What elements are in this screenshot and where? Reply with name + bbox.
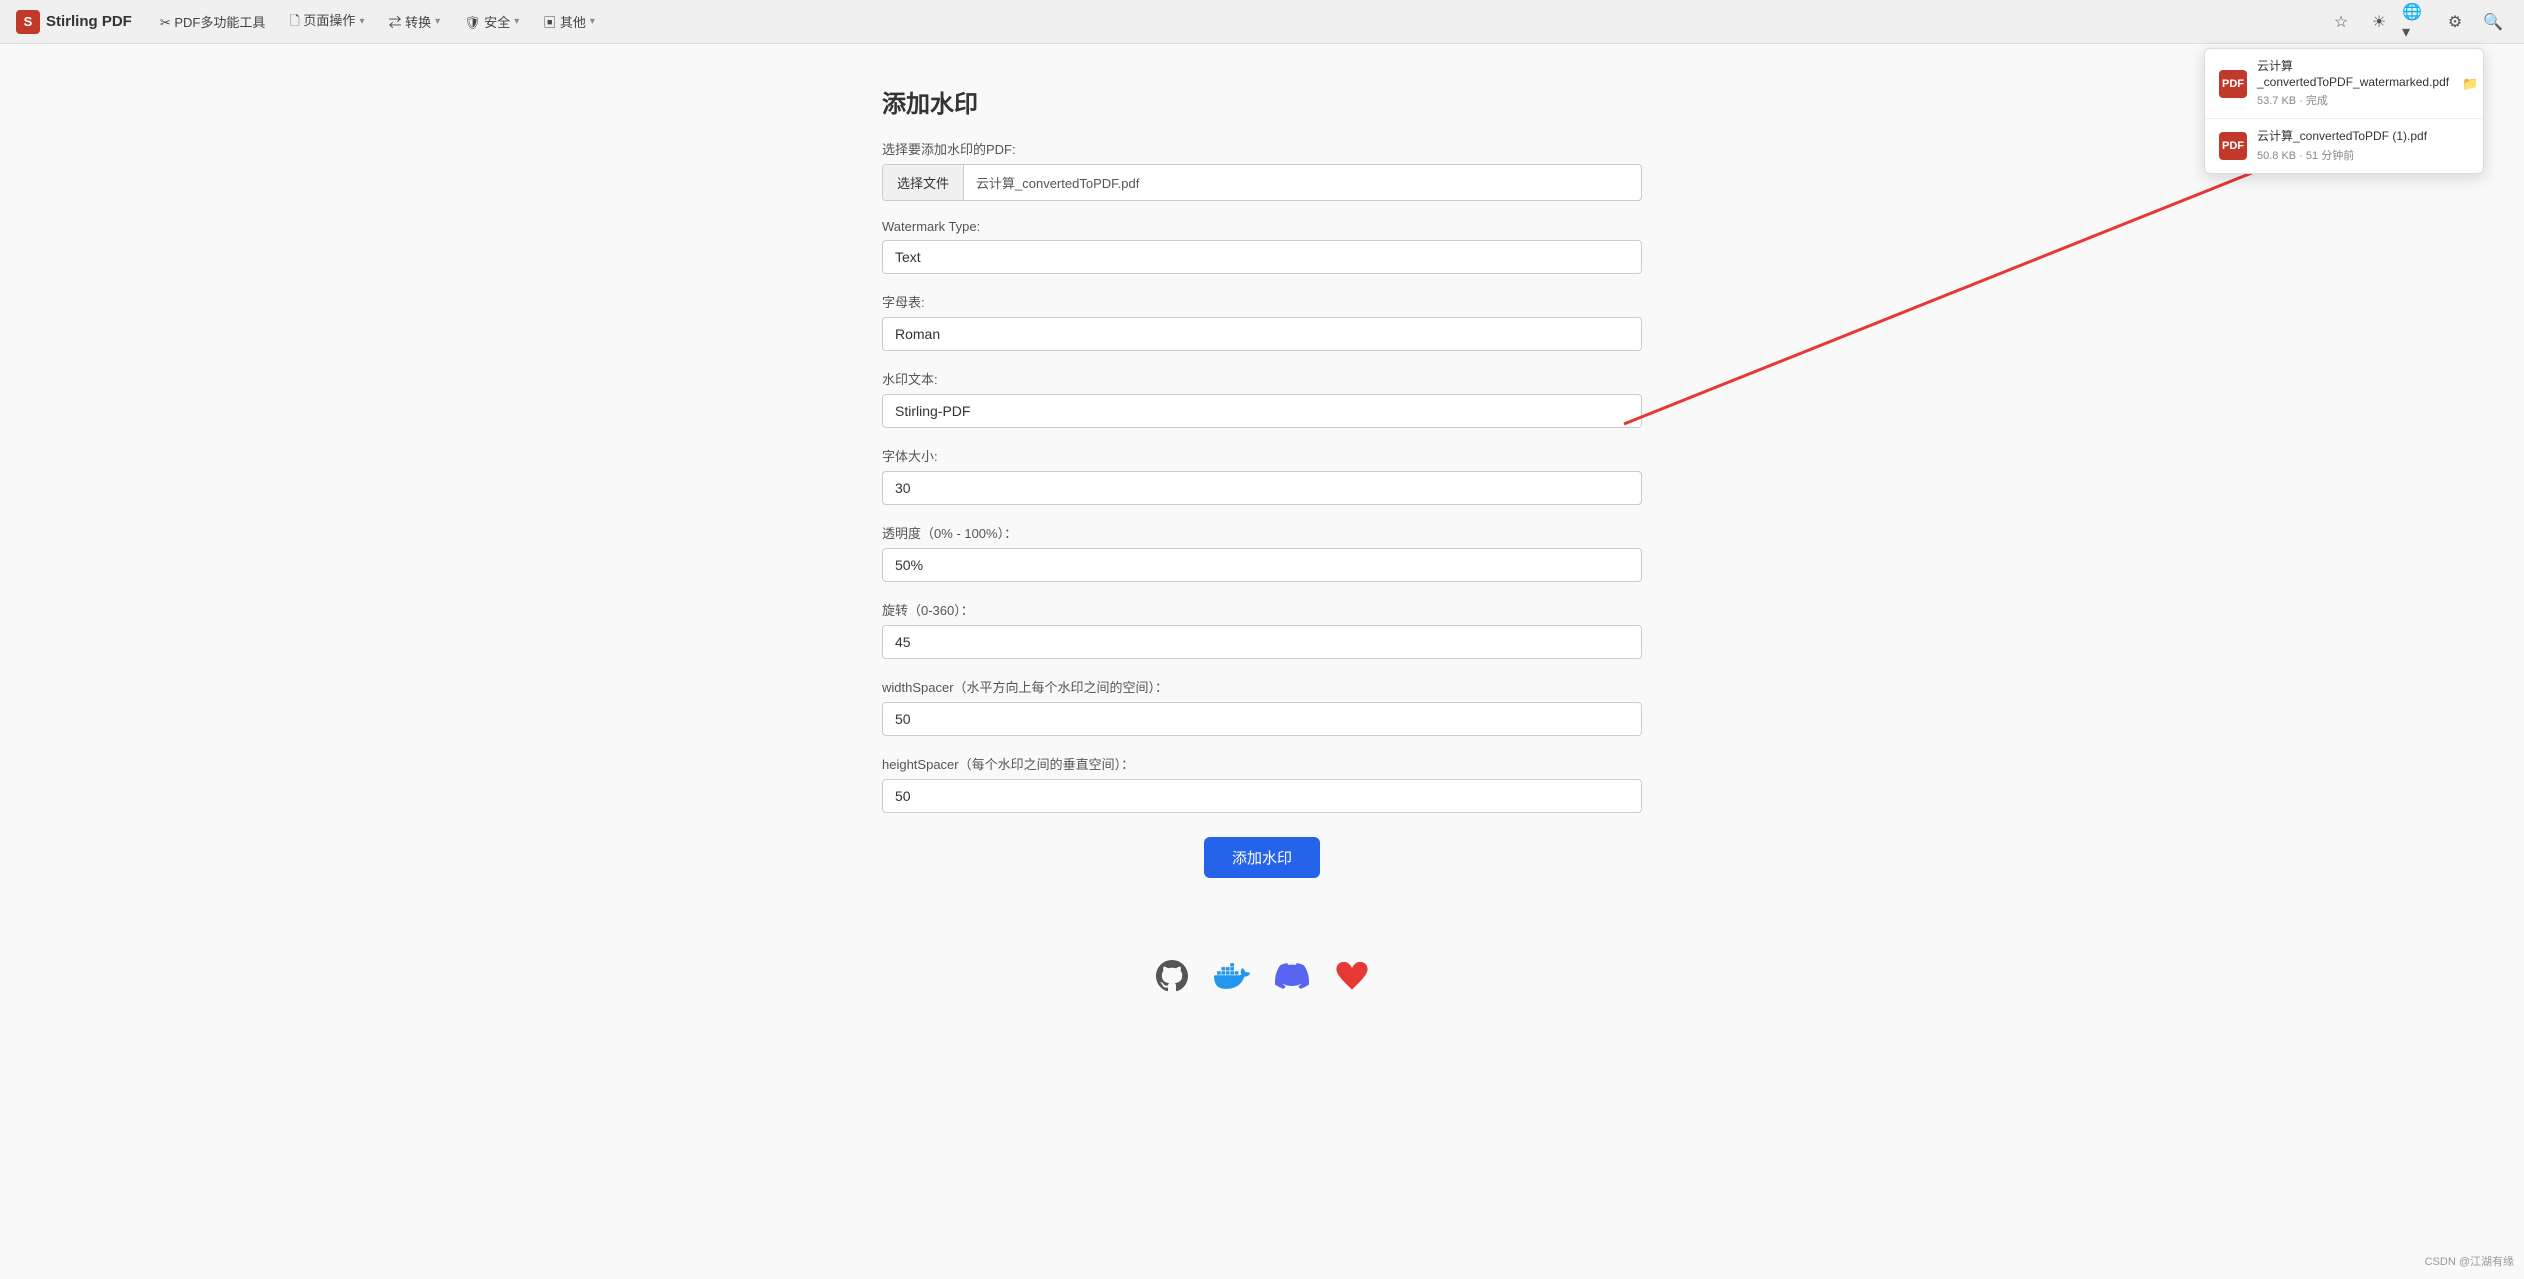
- choose-file-button[interactable]: 选择文件: [883, 165, 964, 200]
- download-actions-1: 📁 ↗: [2459, 73, 2484, 95]
- nav-page-ops[interactable]: 🗋 页面操作 ▾: [281, 6, 372, 38]
- download-meta-1: 53.7 KB · 完成: [2257, 92, 2449, 108]
- search-icon[interactable]: 🔍: [2478, 7, 2508, 37]
- gear-icon[interactable]: ⚙: [2440, 7, 2470, 37]
- font-input[interactable]: [882, 317, 1642, 351]
- docker-icon[interactable]: [1214, 958, 1250, 994]
- other-label: ▣ 其他: [543, 12, 586, 31]
- download-item-1[interactable]: PDF 云计算_convertedToPDF_watermarked.pdf 5…: [2205, 49, 2483, 119]
- height-spacer-input[interactable]: [882, 779, 1642, 813]
- page-ops-label: 🗋 页面操作: [289, 10, 355, 34]
- watermark-text-input[interactable]: [882, 394, 1642, 428]
- download-filename-2: 云计算_convertedToPDF (1).pdf: [2257, 129, 2469, 145]
- other-caret: ▾: [590, 16, 595, 27]
- file-label: 选择要添加水印的PDF:: [882, 139, 1642, 158]
- brand[interactable]: S Stirling PDF: [16, 10, 132, 34]
- download-item-2[interactable]: PDF 云计算_convertedToPDF (1).pdf 50.8 KB ·…: [2205, 119, 2483, 173]
- page-ops-caret: ▾: [359, 16, 364, 27]
- rotation-input[interactable]: [882, 625, 1642, 659]
- watermark-text-group: 水印文本:: [882, 369, 1642, 428]
- download-meta-2: 50.8 KB · 51 分钟前: [2257, 147, 2469, 163]
- brand-logo: S: [16, 10, 40, 34]
- font-group: 字母表:: [882, 292, 1642, 351]
- page-title: 添加水印: [882, 84, 1642, 119]
- watermark-type-label: Watermark Type:: [882, 219, 1642, 234]
- download-info-1: 云计算_convertedToPDF_watermarked.pdf 53.7 …: [2257, 59, 2449, 108]
- watermark-type-input[interactable]: [882, 240, 1642, 274]
- width-spacer-label: widthSpacer（水平方向上每个水印之间的空间）：: [882, 677, 1642, 696]
- add-watermark-button[interactable]: 添加水印: [1204, 837, 1320, 878]
- watermark-type-group: Watermark Type:: [882, 219, 1642, 274]
- github-icon[interactable]: [1154, 958, 1190, 994]
- watermark-text-label: 水印文本:: [882, 369, 1642, 388]
- font-label: 字母表:: [882, 292, 1642, 311]
- file-input-row[interactable]: 选择文件 云计算_convertedToPDF.pdf: [882, 164, 1642, 201]
- sun-icon[interactable]: ☀: [2364, 7, 2394, 37]
- opacity-group: 透明度（0% - 100%）：: [882, 523, 1642, 582]
- pdf-tools-label: ✂ PDF多功能工具: [160, 12, 266, 31]
- width-spacer-input[interactable]: [882, 702, 1642, 736]
- security-label: 🛡 安全: [464, 12, 510, 31]
- pdf-icon-2: PDF: [2219, 132, 2247, 160]
- opacity-label: 透明度（0% - 100%）：: [882, 523, 1642, 542]
- nav-security[interactable]: 🛡 安全 ▾: [456, 8, 527, 35]
- rotation-group: 旋转（0-360）：: [882, 600, 1642, 659]
- nav-convert[interactable]: ⇄ 转换 ▾: [380, 8, 448, 35]
- nav-pdf-tools[interactable]: ✂ PDF多功能工具: [152, 8, 274, 35]
- nav-icons: ☆ ☀ 🌐 ▾ ⚙ 🔍: [2326, 7, 2508, 37]
- convert-label: ⇄ 转换: [388, 12, 431, 31]
- download-info-2: 云计算_convertedToPDF (1).pdf 50.8 KB · 51 …: [2257, 129, 2469, 163]
- heart-icon[interactable]: [1334, 958, 1370, 994]
- height-spacer-label: heightSpacer（每个水印之间的垂直空间）：: [882, 754, 1642, 773]
- font-size-group: 字体大小:: [882, 446, 1642, 505]
- open-folder-icon-1[interactable]: 📁: [2459, 73, 2481, 95]
- width-spacer-group: widthSpacer（水平方向上每个水印之间的空间）：: [882, 677, 1642, 736]
- globe-icon[interactable]: 🌐 ▾: [2402, 7, 2432, 37]
- font-size-label: 字体大小:: [882, 446, 1642, 465]
- file-group: 选择要添加水印的PDF: 选择文件 云计算_convertedToPDF.pdf: [882, 139, 1642, 201]
- height-spacer-group: heightSpacer（每个水印之间的垂直空间）：: [882, 754, 1642, 813]
- download-filename-1: 云计算_convertedToPDF_watermarked.pdf: [2257, 59, 2449, 90]
- csdn-watermark: CSDN @江湖有缘: [2425, 1253, 2514, 1269]
- opacity-input[interactable]: [882, 548, 1642, 582]
- font-size-input[interactable]: [882, 471, 1642, 505]
- discord-icon[interactable]: [1274, 958, 1310, 994]
- convert-caret: ▾: [435, 16, 440, 27]
- navbar: S Stirling PDF ✂ PDF多功能工具 🗋 页面操作 ▾ ⇄ 转换 …: [0, 0, 2524, 44]
- selected-filename: 云计算_convertedToPDF.pdf: [964, 165, 1641, 200]
- download-popup: PDF 云计算_convertedToPDF_watermarked.pdf 5…: [2204, 48, 2484, 174]
- favorite-icon[interactable]: ☆: [2326, 7, 2356, 37]
- main-content: 添加水印 选择要添加水印的PDF: 选择文件 云计算_convertedToPD…: [862, 44, 1662, 1054]
- brand-name: Stirling PDF: [46, 13, 132, 30]
- nav-other[interactable]: ▣ 其他 ▾: [535, 8, 603, 35]
- pdf-icon-1: PDF: [2219, 70, 2247, 98]
- footer: [882, 938, 1642, 1014]
- security-caret: ▾: [514, 16, 519, 27]
- rotation-label: 旋转（0-360）：: [882, 600, 1642, 619]
